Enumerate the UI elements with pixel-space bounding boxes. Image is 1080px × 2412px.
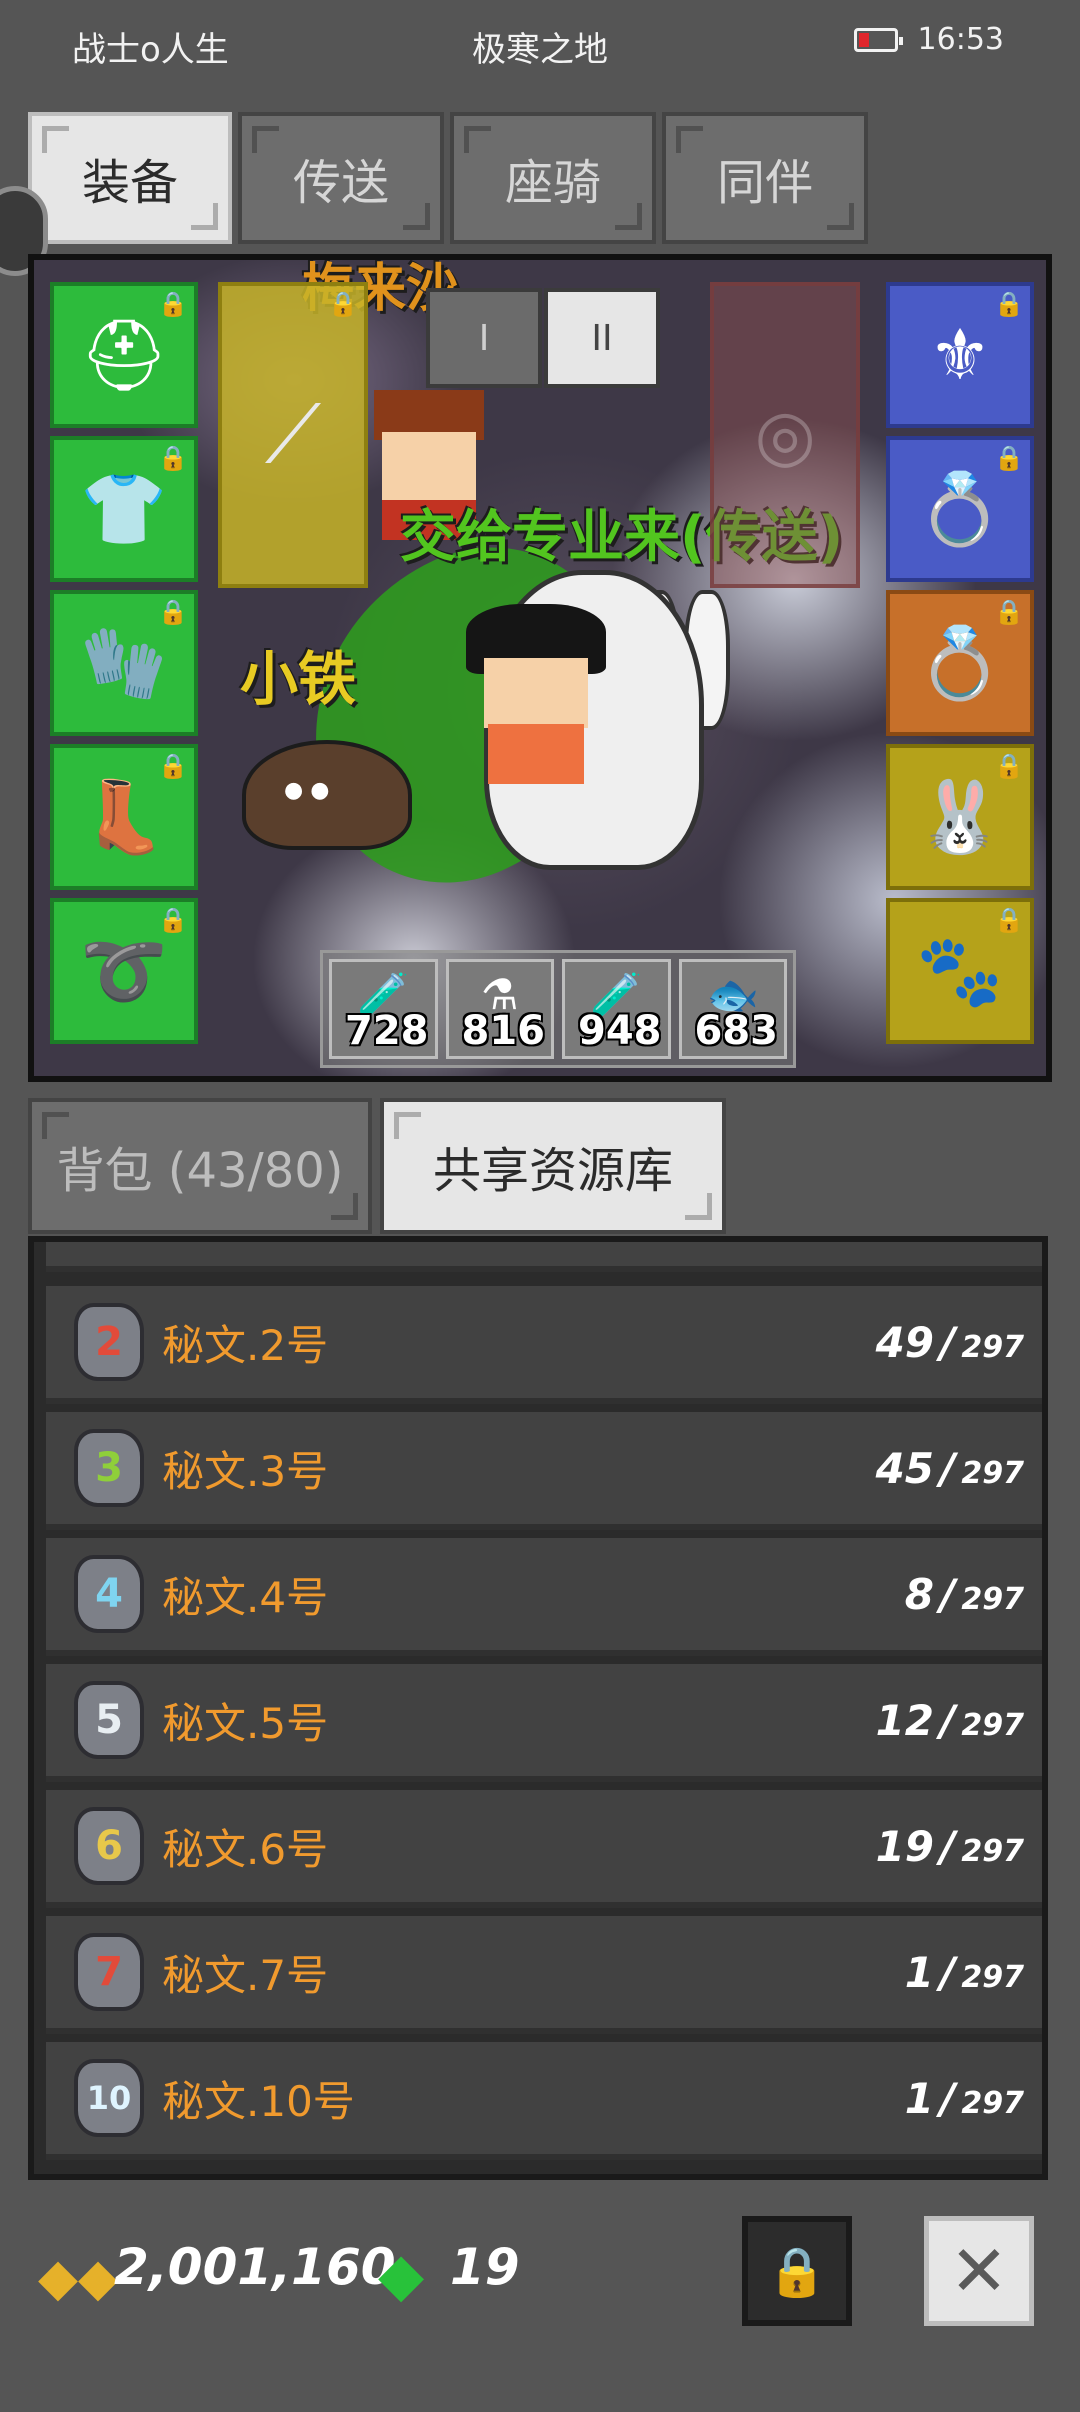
tab-equipment[interactable]: 装备 (28, 112, 232, 244)
lock-icon: 🔒 (328, 290, 358, 318)
close-button[interactable]: ✕ (924, 2216, 1034, 2326)
gold-amount: 2,001,160 (114, 2238, 396, 2296)
lock-icon: 🔒 (994, 598, 1024, 626)
item-name: 秘文.5号 (162, 1698, 329, 1748)
ring-icon: 💍 (916, 467, 1004, 550)
equip-slot-helmet[interactable]: ⛑ 🔒 (50, 282, 198, 428)
rune-stone-icon: 5 (74, 1681, 144, 1759)
clock: 16:53 (917, 22, 1004, 57)
consumable-white-potion[interactable]: ⚗ 816 (445, 959, 554, 1059)
equip-slot-ring-2[interactable]: 💍 🔒 (886, 590, 1034, 736)
tab-teleport[interactable]: 传送 (238, 112, 444, 244)
consumable-red-potion[interactable]: 🧪 728 (329, 959, 438, 1059)
status-bar: 战士o人生 极寒之地 16:53 (0, 0, 1080, 88)
item-quantity: 49/297 (875, 1317, 1024, 1367)
list-item[interactable]: 10 秘文.10号 1/297 (46, 2042, 1042, 2160)
item-list[interactable]: 2 秘文.2号 49/297 3 秘文.3号 45/297 4 秘文.4号 8/… (28, 1236, 1048, 2180)
lock-icon: 🔒 (994, 290, 1024, 318)
item-quantity: 1/297 (904, 2073, 1024, 2123)
consumable-blue-potion[interactable]: 🧪 948 (562, 959, 671, 1059)
belt-icon: ➰ (80, 929, 168, 1012)
helmet-icon: ⛑ (79, 313, 169, 396)
set-one-button[interactable]: I (426, 288, 542, 388)
equip-slot-belt[interactable]: ➰ 🔒 (50, 898, 198, 1044)
rune-stone-icon: 6 (74, 1807, 144, 1885)
empty-slot-icon: ◎ (754, 394, 816, 476)
consumable-count: 683 (694, 1008, 779, 1054)
hero-character (466, 604, 606, 784)
list-item[interactable]: 4 秘文.4号 8/297 (46, 1538, 1042, 1656)
character-scene: 梅来沙 交给专业来(传送) 小铁 ⛑🔒 👕🔒 🧤🔒 👢🔒 ➰🔒 ⟋🔒 ◎ I I… (28, 254, 1052, 1082)
rabbit-ears-icon: 🐰 (916, 775, 1004, 858)
equip-slot-boots[interactable]: 👢 🔒 (50, 744, 198, 890)
gold-icon: ◆◆ (38, 2248, 118, 2308)
item-name: 秘文.10号 (162, 2076, 355, 2126)
tab-backpack[interactable]: 背包 (43/80) (28, 1098, 372, 1234)
list-item[interactable]: 7 秘文.7号 1/297 (46, 1916, 1042, 2034)
gem-amount: 19 (450, 2238, 520, 2296)
item-quantity: 1/297 (904, 1947, 1024, 1997)
lock-icon: 🔒 (994, 906, 1024, 934)
close-icon: ✕ (949, 2230, 1009, 2312)
tab-companion[interactable]: 同伴 (662, 112, 868, 244)
item-name: 秘文.2号 (162, 1320, 329, 1370)
item-quantity: 45/297 (875, 1443, 1024, 1493)
equip-slot-ring-1[interactable]: 💍 🔒 (886, 436, 1034, 582)
equip-slot-armor[interactable]: 👕 🔒 (50, 436, 198, 582)
lock-icon: 🔒 (158, 906, 188, 934)
lock-icon: 🔒 (994, 444, 1024, 472)
gauntlet-icon: 🧤 (80, 621, 168, 704)
rune-stone-icon: 7 (74, 1933, 144, 2011)
item-name: 秘文.7号 (162, 1950, 329, 2000)
equip-slot-necklace[interactable]: ⚜ 🔒 (886, 282, 1034, 428)
lock-icon: 🔒 (994, 752, 1024, 780)
consumable-count: 948 (578, 1008, 662, 1054)
item-quantity: 12/297 (875, 1695, 1024, 1745)
rune-stone-icon: 2 (74, 1303, 144, 1381)
rune-stone-icon: 3 (74, 1429, 144, 1507)
tab-mount[interactable]: 座骑 (450, 112, 656, 244)
item-name: 秘文.3号 (162, 1446, 329, 1496)
equip-slot-gloves[interactable]: 🧤 🔒 (50, 590, 198, 736)
battery-icon (853, 27, 903, 52)
set-two-button[interactable]: II (544, 288, 660, 388)
consumable-count: 728 (345, 1008, 429, 1054)
pet-icon: 🐾 (916, 929, 1004, 1012)
equip-slot-pet[interactable]: 🐾 🔒 (886, 898, 1034, 1044)
boots-icon: 👢 (80, 775, 168, 858)
consumable-bar: 🧪 728 ⚗ 816 🧪 948 🐟 683 (320, 950, 796, 1068)
rune-stone-icon: 4 (74, 1555, 144, 1633)
lock-icon: 🔒 (767, 2243, 827, 2300)
companion-pet (242, 740, 412, 850)
lock-icon: 🔒 (158, 752, 188, 780)
equip-slot-accessory[interactable]: 🐰 🔒 (886, 744, 1034, 890)
list-item[interactable]: 5 秘文.5号 12/297 (46, 1664, 1042, 1782)
spear-icon: ⟋ (265, 388, 321, 481)
list-item[interactable]: 3 秘文.3号 45/297 (46, 1412, 1042, 1530)
consumable-count: 816 (461, 1008, 546, 1054)
equip-slot-weapon[interactable]: ⟋ 🔒 (218, 282, 368, 588)
lock-icon: 🔒 (158, 444, 188, 472)
lock-icon: 🔒 (158, 598, 188, 626)
lock-button[interactable]: 🔒 (742, 2216, 852, 2326)
item-quantity: 8/297 (904, 1569, 1024, 1619)
amulet-icon: ⚜ (928, 314, 992, 396)
ruby-ring-icon: 💍 (916, 621, 1004, 704)
item-name: 秘文.4号 (162, 1572, 329, 1622)
lock-icon: 🔒 (158, 290, 188, 318)
consumable-fish[interactable]: 🐟 683 (678, 959, 787, 1059)
equip-slot-offhand[interactable]: ◎ (710, 282, 860, 588)
tab-shared-storage[interactable]: 共享资源库 (380, 1098, 726, 1234)
list-item[interactable]: 6 秘文.6号 19/297 (46, 1790, 1042, 1908)
companion-label: 小铁 (240, 645, 357, 713)
list-item[interactable] (46, 1242, 1042, 1272)
item-quantity: 19/297 (875, 1821, 1024, 1871)
gem-icon: ◆ (378, 2240, 425, 2310)
armor-icon: 👕 (80, 467, 168, 550)
list-item[interactable]: 2 秘文.2号 49/297 (46, 1286, 1042, 1404)
rune-stone-icon: 10 (74, 2059, 144, 2137)
item-name: 秘文.6号 (162, 1824, 329, 1874)
